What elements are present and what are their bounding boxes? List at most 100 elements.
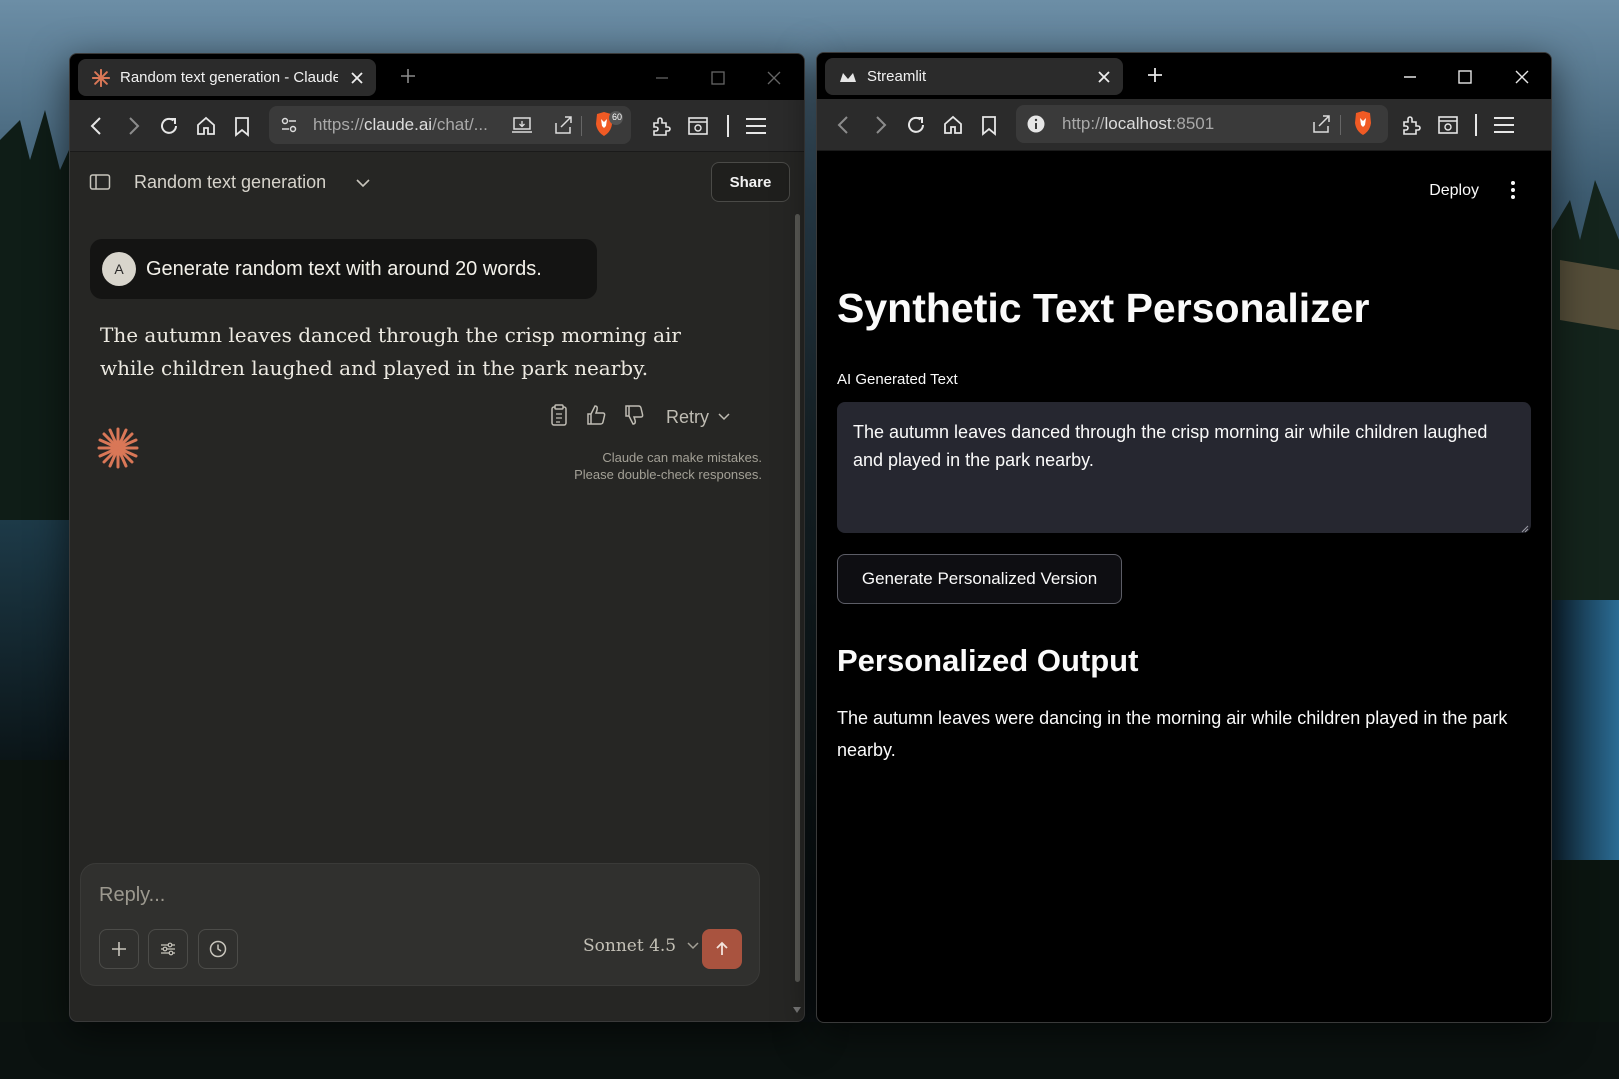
brave-shields-icon[interactable]: 60 <box>593 110 627 145</box>
claude-browser-window: Random text generation - Claude https://… <box>69 53 805 1022</box>
assistant-message-text: The autumn leaves danced through the cri… <box>100 323 681 380</box>
reply-composer: Sonnet 4.5 <box>80 863 760 986</box>
bookmark-icon[interactable] <box>976 112 1002 138</box>
url-port: :8501 <box>1171 114 1215 133</box>
claude-favicon <box>92 68 110 87</box>
back-icon[interactable] <box>84 113 110 139</box>
back-icon[interactable] <box>831 112 857 138</box>
output-heading: Personalized Output <box>837 643 1139 678</box>
thumbs-up-icon[interactable] <box>584 403 608 432</box>
page-title: Synthetic Text Personalizer <box>837 285 1370 331</box>
title-bar: Streamlit <box>817 53 1551 99</box>
home-icon[interactable] <box>193 113 219 139</box>
forward-icon[interactable] <box>867 112 893 138</box>
menu-icon[interactable] <box>743 113 769 139</box>
reload-icon[interactable] <box>903 112 929 138</box>
more-options-icon[interactable] <box>1509 179 1517 201</box>
streamlit-favicon <box>840 72 856 82</box>
url-prefix: https:// <box>313 115 365 134</box>
install-app-icon[interactable] <box>511 115 533 140</box>
sidebar-panel-icon[interactable] <box>1435 112 1461 138</box>
close-tab-icon[interactable] <box>1095 68 1113 86</box>
add-attachment-button[interactable] <box>99 929 139 969</box>
sidebar-panel-icon[interactable] <box>685 113 711 139</box>
tab-title: Random text generation - Claude <box>120 69 338 86</box>
plus-icon <box>112 942 126 956</box>
brave-shields-icon[interactable] <box>1352 109 1376 144</box>
history-button[interactable] <box>198 929 238 969</box>
address-bar[interactable]: https://claude.ai/chat/... <box>269 106 631 144</box>
deploy-button[interactable]: Deploy <box>1429 182 1479 200</box>
site-settings-icon[interactable] <box>279 115 299 140</box>
address-divider <box>581 116 582 136</box>
new-tab-icon[interactable] <box>398 66 418 86</box>
disclaimer-line-2: Please double-check responses. <box>574 467 762 482</box>
url-host: localhost <box>1104 114 1172 133</box>
browser-toolbar: https://claude.ai/chat/... 60 <box>70 100 804 152</box>
share-page-icon[interactable] <box>552 115 574 140</box>
generate-personalized-button[interactable]: Generate Personalized Version <box>837 554 1122 604</box>
clock-icon <box>209 940 227 958</box>
url-text[interactable]: https://claude.ai/chat/... <box>313 115 488 135</box>
thumbs-down-icon[interactable] <box>622 403 646 432</box>
menu-icon[interactable] <box>1491 112 1517 138</box>
forward-icon[interactable] <box>120 113 146 139</box>
tools-button[interactable] <box>148 929 188 969</box>
toolbar-divider <box>727 115 729 137</box>
avatar: A <box>102 252 136 286</box>
maximize-icon[interactable] <box>1455 67 1475 87</box>
textarea-label: AI Generated Text <box>837 371 958 388</box>
extensions-icon[interactable] <box>1399 112 1425 138</box>
home-icon[interactable] <box>940 112 966 138</box>
model-label: Sonnet 4.5 <box>583 936 677 956</box>
chevron-down-icon <box>718 413 730 421</box>
url-host: claude.ai <box>364 115 433 134</box>
url-text[interactable]: http://localhost:8501 <box>1062 114 1214 134</box>
conversation-title[interactable]: Random text generation <box>134 172 326 193</box>
close-tab-icon[interactable] <box>348 69 366 87</box>
user-message-text: Generate random text with around 20 word… <box>146 257 542 280</box>
minimize-icon[interactable] <box>1400 67 1420 87</box>
reload-icon[interactable] <box>156 113 182 139</box>
streamlit-browser-window: Streamlit http://localhost:8501 Deploy S… <box>816 52 1552 1023</box>
ai-generated-text-area[interactable]: The autumn leaves danced through the cri… <box>837 402 1531 533</box>
chevron-down-icon[interactable] <box>355 176 371 195</box>
scroll-down-arrow-icon[interactable] <box>792 1001 802 1019</box>
resize-handle-icon[interactable] <box>1519 520 1529 533</box>
new-tab-icon[interactable] <box>1145 65 1165 85</box>
reply-input[interactable] <box>99 884 599 907</box>
retry-button[interactable]: Retry <box>666 407 731 428</box>
info-icon[interactable] <box>1026 114 1046 139</box>
message-actions: Retry <box>548 402 731 432</box>
retry-label: Retry <box>666 406 710 427</box>
toolbar-divider <box>1475 114 1477 136</box>
browser-tab-claude[interactable]: Random text generation - Claude <box>78 59 376 96</box>
minimize-icon[interactable] <box>652 68 672 88</box>
tab-title: Streamlit <box>867 68 927 85</box>
maximize-icon[interactable] <box>708 68 728 88</box>
extensions-icon[interactable] <box>649 113 675 139</box>
browser-tab-streamlit[interactable]: Streamlit <box>825 58 1123 95</box>
bookmark-icon[interactable] <box>229 113 255 139</box>
close-window-icon[interactable] <box>764 68 784 88</box>
share-page-icon[interactable] <box>1310 114 1332 139</box>
model-selector[interactable]: Sonnet 4.5 <box>583 936 700 956</box>
disclaimer-line-1: Claude can make mistakes. <box>602 450 762 465</box>
send-button[interactable] <box>702 929 742 969</box>
arrow-up-icon <box>716 941 728 955</box>
url-path: /chat/... <box>432 115 488 134</box>
conversation-header: Random text generation Share <box>70 152 804 214</box>
scrollbar[interactable] <box>795 214 800 982</box>
sidebar-toggle-icon[interactable] <box>89 172 111 197</box>
copy-icon[interactable] <box>548 403 570 432</box>
chevron-down-icon <box>687 942 699 950</box>
browser-toolbar: http://localhost:8501 <box>817 99 1551 151</box>
address-divider <box>1340 115 1341 135</box>
disclaimer-text: Claude can make mistakes. Please double-… <box>574 449 762 483</box>
share-button[interactable]: Share <box>711 162 790 202</box>
claude-spark-icon <box>97 427 139 469</box>
address-bar[interactable]: http://localhost:8501 <box>1016 105 1388 143</box>
sliders-icon <box>161 942 175 956</box>
close-window-icon[interactable] <box>1512 67 1532 87</box>
title-bar: Random text generation - Claude <box>70 54 804 100</box>
